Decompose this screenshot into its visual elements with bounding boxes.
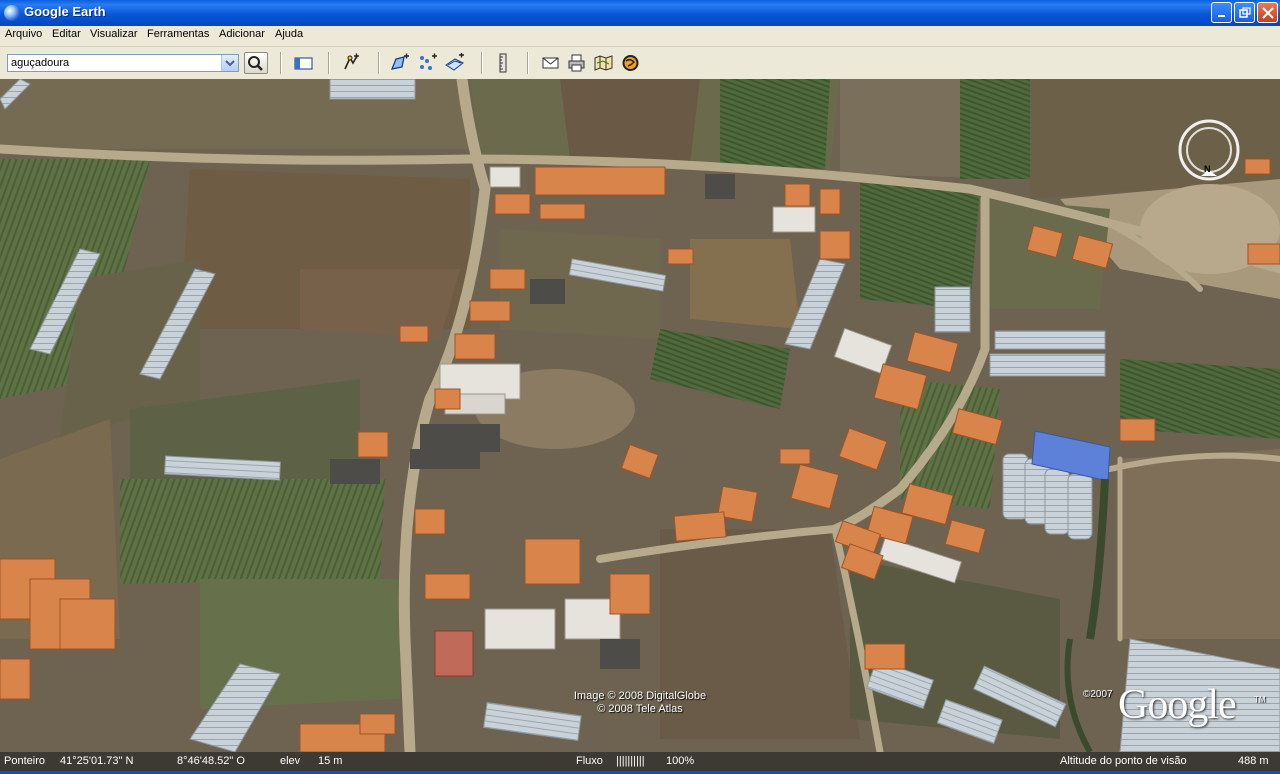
maximize-icon: [1239, 7, 1251, 18]
map-viewport[interactable]: N Image © 2008 DigitalGlobe © 2008 Tele …: [0, 79, 1280, 752]
toolbar-separator: [527, 52, 529, 74]
satellite-imagery: [0, 79, 1280, 752]
search-icon: [248, 56, 263, 71]
credit-teleatlas: © 2008 Tele Atlas: [597, 703, 683, 715]
streaming-label: Fluxo: [576, 755, 603, 767]
map-icon: [594, 55, 613, 71]
navigation-compass[interactable]: N: [1177, 118, 1241, 182]
print-icon: [568, 54, 585, 72]
menu-bar: Arquivo Editar Visualizar Ferramentas Ad…: [0, 26, 1280, 47]
menu-arquivo[interactable]: Arquivo: [5, 28, 42, 40]
menu-ferramentas[interactable]: Ferramentas: [147, 28, 209, 40]
search-input-value: aguçadoura: [11, 57, 70, 69]
image-overlay-icon: [445, 52, 464, 71]
pointer-latitude: 41°25'01.73" N: [60, 755, 134, 767]
credit-digitalglobe: Image © 2008 DigitalGlobe: [573, 690, 707, 702]
eye-altitude-value: 488 m: [1238, 755, 1269, 767]
streaming-bar: ||||||||||: [616, 755, 645, 767]
menu-adicionar[interactable]: Adicionar: [219, 28, 265, 40]
elevation-value: 15 m: [318, 755, 343, 767]
earth-icon: [622, 55, 639, 71]
ruler-icon: [499, 53, 507, 73]
toolbar: aguçadoura: [0, 47, 1280, 80]
image-overlay-button[interactable]: [445, 52, 465, 73]
imagery-credits: Image © 2008 DigitalGlobe © 2008 Tele At…: [520, 690, 760, 716]
minimize-icon: [1218, 15, 1225, 17]
toolbar-separator: [481, 52, 483, 74]
toolbar-separator: [328, 52, 330, 74]
compass-icon: N: [1178, 119, 1240, 181]
email-button[interactable]: [541, 53, 561, 73]
search-dropdown-button[interactable]: [221, 55, 238, 71]
google-logo: Google: [1118, 682, 1237, 728]
copyright-year: ©2007: [1083, 689, 1113, 700]
close-icon: [1262, 7, 1274, 19]
logo-trademark: TM: [1254, 695, 1266, 704]
view-in-maps-button[interactable]: [594, 53, 614, 73]
minimize-button[interactable]: [1211, 2, 1232, 23]
placemark-icon: [344, 53, 359, 70]
polygon-button[interactable]: [390, 53, 410, 73]
google-earth-icon: [4, 5, 20, 21]
sidebar-toggle-icon: [294, 57, 313, 70]
pointer-longitude: 8°46'48.52" O: [177, 755, 245, 767]
close-button[interactable]: [1257, 2, 1278, 23]
menu-ajuda[interactable]: Ajuda: [275, 28, 303, 40]
eye-altitude-label: Altitude do ponto de visão: [1060, 755, 1187, 767]
menu-visualizar[interactable]: Visualizar: [90, 28, 138, 40]
toolbar-separator: [280, 52, 282, 74]
pointer-label: Ponteiro: [4, 755, 45, 767]
elevation-label: elev: [280, 755, 301, 767]
email-icon: [542, 57, 559, 69]
streaming-percent: 100%: [666, 755, 695, 767]
chevron-down-icon: [225, 60, 235, 67]
toolbar-separator: [378, 52, 380, 74]
path-button[interactable]: [418, 53, 438, 73]
print-button[interactable]: [567, 53, 587, 73]
search-input[interactable]: aguçadoura: [7, 54, 239, 72]
compass-north-label: N: [1204, 164, 1211, 174]
path-icon: [420, 53, 437, 70]
ruler-button[interactable]: [493, 53, 513, 73]
earth-gallery-button[interactable]: [621, 53, 641, 73]
search-button[interactable]: [244, 52, 268, 74]
polygon-icon: [390, 53, 409, 70]
sidebar-toggle-button[interactable]: [294, 53, 314, 73]
menu-editar[interactable]: Editar: [52, 28, 81, 40]
title-bar: Google Earth: [0, 0, 1280, 26]
maximize-button[interactable]: [1234, 2, 1255, 23]
placemark-button[interactable]: [341, 53, 361, 73]
window-title: Google Earth: [24, 4, 106, 19]
